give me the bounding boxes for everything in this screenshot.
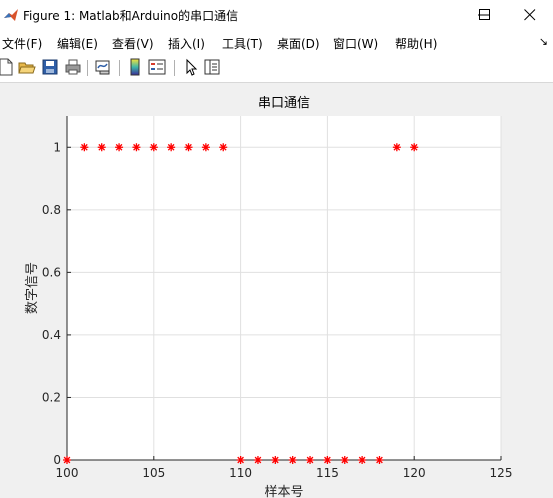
y-tick-label: 0.8 [42,203,61,217]
close-button[interactable] [507,0,553,30]
window-title: Figure 1: Matlab和Arduino的串口通信 [23,9,239,23]
pointer-icon[interactable] [182,58,200,76]
dock-arrow-icon[interactable]: ↘ [539,35,548,48]
data-point-marker [219,143,228,152]
data-point-marker [97,143,106,152]
x-tick-label: 105 [142,466,165,480]
data-point-marker [358,456,367,464]
data-point-marker [63,456,71,464]
menu-bar: 文件(F) 编辑(E) 查看(V) 插入(I) 工具(T) 桌面(D) 窗口(W… [0,30,553,54]
data-point-marker [149,143,158,152]
data-point-marker [184,143,193,152]
y-tick-label: 0 [53,453,61,467]
data-point-marker [323,456,332,464]
menu-file[interactable]: 文件(F) [2,35,42,52]
y-axis-label: 数字信号 [25,262,40,314]
y-tick-label: 1 [53,140,61,154]
x-tick-label: 115 [316,466,339,480]
colorbar-icon[interactable] [126,58,144,76]
data-point-marker [132,143,141,152]
toolbar-separator [119,60,120,76]
menu-desktop[interactable]: 桌面(D) [277,35,320,52]
toolbar-separator [87,60,88,76]
data-point-marker [201,143,210,152]
x-tick-label: 100 [56,466,79,480]
data-point-marker [375,456,384,464]
menu-help[interactable]: 帮助(H) [395,35,437,52]
data-point-marker [288,456,297,464]
data-point-marker [392,143,401,152]
data-point-marker [340,456,349,464]
menu-insert[interactable]: 插入(I) [168,35,205,52]
matlab-logo-icon [4,9,18,21]
x-tick-label: 120 [403,466,426,480]
data-point-marker [80,143,89,152]
link-plot-icon[interactable] [94,58,112,76]
print-icon[interactable] [64,58,82,76]
figure-canvas: 100 105 110 115 120 125 0 0.2 0.4 0.6 0.8 1 串口通信样本号 数… [0,83,553,498]
property-inspector-icon[interactable] [203,58,221,76]
y-tick-label: 0.6 [42,265,61,279]
open-file-icon[interactable] [18,58,36,76]
maximize-button[interactable] [462,0,508,30]
y-tick-label: 0.2 [42,390,61,404]
close-icon [524,9,536,21]
x-tick-label: 125 [490,466,513,480]
x-axis-label: 样本号 [264,485,303,498]
axes-background [67,116,501,460]
data-point-marker [167,143,176,152]
menu-edit[interactable]: 编辑(E) [57,35,98,52]
chart-plot: 100 105 110 115 120 125 0 0.2 0.4 0.6 0.8 1 串口通信样本号 数… [25,96,512,498]
legend-icon[interactable] [148,58,166,76]
data-point-marker [115,143,124,152]
data-point-marker [410,143,419,152]
toolbar-separator [174,60,175,76]
menu-view[interactable]: 查看(V) [112,35,154,52]
maximize-icon [479,9,490,20]
data-point-marker [253,456,262,464]
data-point-marker [306,456,315,464]
data-point-marker [271,456,280,464]
menu-tools[interactable]: 工具(T) [222,35,263,52]
x-tick-label: 110 [229,466,252,480]
save-icon[interactable] [41,58,59,76]
data-point-marker [236,456,245,464]
y-tick-label: 0.4 [42,328,61,342]
toolbar [0,54,553,83]
menu-window[interactable]: 窗口(W) [333,35,378,52]
chart-title: 串口通信 [258,96,310,111]
new-figure-icon[interactable] [0,58,15,76]
